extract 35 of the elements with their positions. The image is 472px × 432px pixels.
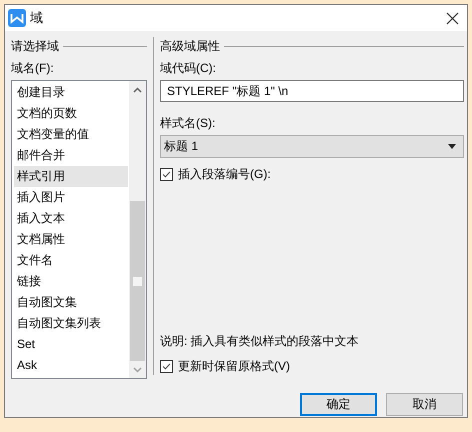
dialog-button[interactable]: 确定 bbox=[300, 393, 377, 416]
dialog-button[interactable]: 取消 bbox=[386, 393, 463, 416]
style-dropdown[interactable]: 标题 1 bbox=[160, 135, 464, 158]
field-label: 域代码(C): bbox=[160, 60, 217, 77]
list-item[interactable]: 文档的页数 bbox=[14, 103, 128, 124]
list-item[interactable]: 文件名 bbox=[14, 250, 128, 271]
list-item[interactable]: 插入图片 bbox=[14, 187, 128, 208]
group-heading: 高级域属性 bbox=[160, 38, 220, 54]
scrollbar[interactable] bbox=[129, 81, 146, 378]
list-item[interactable]: 自动图文集 bbox=[14, 292, 128, 313]
list-item[interactable]: 创建目录 bbox=[14, 82, 128, 103]
list-item[interactable]: 文档变量的值 bbox=[14, 124, 128, 145]
list-item[interactable]: Ask bbox=[14, 355, 128, 376]
app-icon bbox=[8, 9, 26, 27]
close-icon[interactable] bbox=[446, 12, 459, 24]
scroll-thumb[interactable] bbox=[130, 201, 145, 361]
description-text: 说明: 插入具有类似样式的段落中文本 bbox=[160, 333, 360, 350]
checkbox[interactable] bbox=[160, 360, 173, 372]
list-item[interactable]: 链接 bbox=[14, 271, 128, 292]
checkbox-label: 更新时保留原格式(V) bbox=[178, 358, 290, 374]
scroll-up-icon[interactable] bbox=[133, 86, 142, 92]
dropdown-arrow-icon bbox=[448, 144, 456, 149]
checkbox-label: 插入段落编号(G): bbox=[178, 166, 271, 182]
group-heading: 请选择域 bbox=[11, 38, 59, 54]
list-item[interactable]: Set bbox=[14, 334, 128, 355]
list-item[interactable]: 邮件合并 bbox=[14, 145, 128, 166]
field-label: 样式名(S): bbox=[160, 115, 216, 132]
input-field[interactable]: STYLEREF "标题 1" \n bbox=[160, 80, 464, 102]
window-title: 域 bbox=[30, 9, 44, 27]
field-label: 域名(F): bbox=[11, 60, 55, 77]
checkbox[interactable] bbox=[160, 168, 173, 180]
list-item[interactable]: 自动图文集列表 bbox=[14, 313, 128, 334]
list-item[interactable]: 文档属性 bbox=[14, 229, 128, 250]
list-item[interactable]: 插入文本 bbox=[14, 208, 128, 229]
list-item[interactable]: 样式引用 bbox=[14, 166, 128, 187]
